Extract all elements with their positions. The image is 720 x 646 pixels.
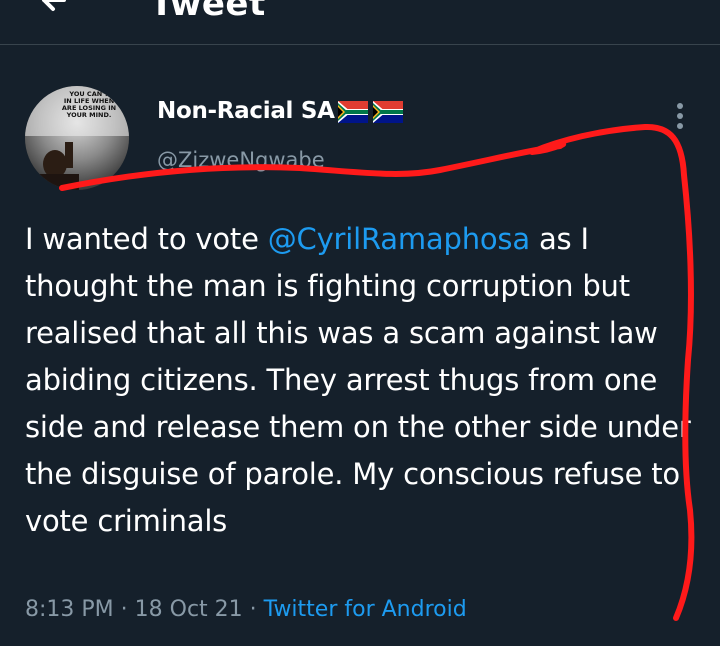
back-button[interactable] [32, 0, 80, 26]
south-africa-flag-icon [338, 101, 368, 123]
meta-separator: · [113, 597, 135, 622]
avatar-caption-line: YOUR MIND. [66, 111, 112, 119]
author-display-name[interactable]: Non-Racial SA [157, 98, 335, 124]
tweet-text: I wanted to vote @CyrilRamaphosa as I th… [25, 216, 705, 545]
flag-emojis [338, 101, 404, 123]
more-options-button[interactable] [668, 100, 692, 134]
tweet-text-part: as I thought the man is fighting corrupt… [25, 222, 700, 538]
mention-link[interactable]: @CyrilRamaphosa [268, 222, 530, 256]
tweet-meta: 8:13 PM · 18 Oct 21 · Twitter for Androi… [25, 597, 467, 622]
meta-separator: · [242, 597, 264, 622]
author-handle[interactable]: @ZizweNgwabe [157, 148, 325, 172]
south-africa-flag-icon [373, 101, 404, 123]
tweet-source-link[interactable]: Twitter for Android [264, 597, 467, 622]
page-title: Tweet [150, 0, 266, 24]
arrow-left-icon [42, 0, 66, 11]
tweet-text-part: I wanted to vote [25, 222, 268, 256]
avatar[interactable]: YOU CAN'T IN LIFE WHEN ARE LOSING IN YOU… [25, 86, 129, 190]
avatar-image: YOU CAN'T IN LIFE WHEN ARE LOSING IN YOU… [25, 86, 129, 190]
top-bar: Tweet [0, 0, 720, 45]
tweet-screen: Tweet YOU CAN'T IN LIFE WHEN ARE LOSING … [0, 0, 720, 646]
tweet-date: 18 Oct 21 [134, 597, 243, 622]
tweet-time: 8:13 PM [25, 597, 114, 622]
more-vertical-icon [677, 103, 683, 129]
